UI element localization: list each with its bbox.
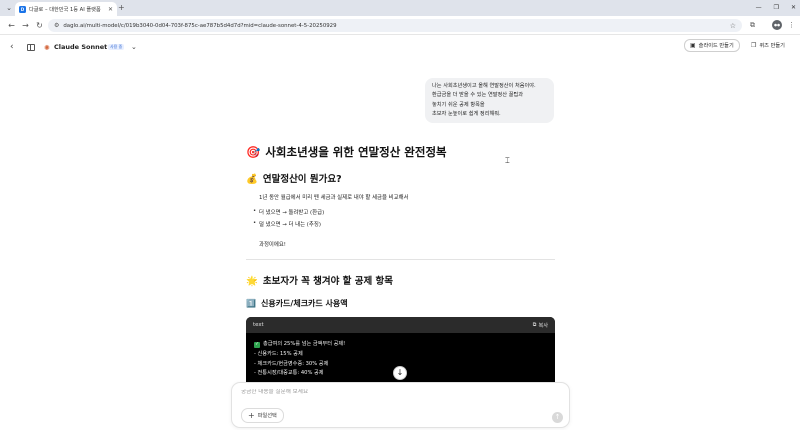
chat-input[interactable] bbox=[241, 389, 541, 395]
tab-title: 다글로 – 대한민국 1등 AI 플랫폼 bbox=[29, 6, 101, 13]
browser-menu-icon[interactable]: ⋮ bbox=[788, 20, 795, 31]
section2-heading-text: 초보자가 꼭 챙겨야 할 공제 항목 bbox=[262, 276, 394, 287]
user-message-bubble: 나는 사회초년생이고 올해 연말정산이 처음이야. 환급금을 더 받을 수 있는… bbox=[425, 78, 554, 123]
tab-search-icon[interactable]: ⌄ bbox=[4, 3, 14, 13]
target-icon: 🎯 bbox=[246, 145, 261, 159]
claude-logo-icon: ✺ bbox=[44, 44, 50, 52]
window-close-icon[interactable]: ✕ bbox=[791, 2, 796, 13]
section1-bullet: 덜 냈으면 → 더 내는 (추징) bbox=[253, 220, 321, 228]
favicon-icon: D bbox=[19, 5, 26, 13]
money-bag-icon: 💰 bbox=[246, 174, 258, 185]
section1-outro: 과정이에요! bbox=[259, 242, 286, 248]
section-divider bbox=[246, 259, 555, 260]
code-line: ✓ 총급여의 25%를 넘는 금액부터 공제! bbox=[254, 340, 547, 350]
code-block-header: text ⧉ 복사 bbox=[246, 317, 555, 333]
scroll-down-icon[interactable]: ↓ bbox=[393, 366, 407, 380]
code-line-text: 총급여의 25%를 넘는 금액부터 공제! bbox=[263, 341, 346, 347]
attach-file-label: 파일선택 bbox=[257, 413, 277, 419]
quiz-icon: ❐ bbox=[751, 42, 757, 49]
section1-bullet: 더 냈으면 → 돌려받고 (환급) bbox=[253, 208, 324, 216]
profile-avatar[interactable]: ●● bbox=[772, 20, 782, 30]
restore-icon[interactable]: ❐ bbox=[774, 2, 779, 13]
copy-button[interactable]: ⧉ 복사 bbox=[533, 322, 548, 329]
mouse-cursor-icon: ⌶ bbox=[505, 156, 510, 165]
forward-arrow-icon[interactable]: → bbox=[20, 20, 31, 31]
extensions-icon[interactable]: ⧉ bbox=[750, 20, 755, 31]
send-arrow-icon[interactable]: ↑ bbox=[552, 412, 563, 423]
slides-icon: ▣ bbox=[690, 42, 696, 49]
star-icon: 🌟 bbox=[246, 276, 258, 287]
app-header: ‹ ✺ Claude Sonnet 4.5 사용 중 ⌄ ▣ 슬라이드 만들기 … bbox=[0, 37, 800, 59]
number-one-icon: 1️⃣ bbox=[246, 299, 256, 308]
back-arrow-icon[interactable]: ← bbox=[6, 20, 17, 31]
model-status-badge: 사용 중 bbox=[108, 44, 125, 50]
window-controls: — ❐ ✕ bbox=[756, 2, 796, 13]
tab-close-icon[interactable]: ✕ bbox=[108, 6, 113, 13]
reload-icon[interactable]: ↻ bbox=[34, 20, 45, 31]
site-info-icon[interactable]: ⚙ bbox=[54, 22, 59, 29]
section1-intro: 1년 동안 월급에서 미리 뗀 세금과 실제로 내야 할 세금을 비교해서 bbox=[259, 195, 409, 201]
copy-icon: ⧉ bbox=[532, 321, 537, 328]
user-message-line: 나는 사회초년생이고 올해 연말정산이 처음이야. bbox=[432, 83, 536, 89]
user-message-line: 놓치기 쉬운 공제 항목을 bbox=[432, 101, 485, 108]
create-quiz-label: 퀴즈 만들기 bbox=[759, 43, 785, 49]
section2-subheading: 1️⃣ 신용카드/체크카드 사용액 bbox=[246, 298, 348, 309]
bookmark-star-icon[interactable]: ☆ bbox=[730, 22, 736, 30]
answer-title: 🎯 사회초년생을 위한 연말정산 완전정복 bbox=[246, 144, 447, 160]
check-mark-icon: ✓ bbox=[254, 342, 260, 348]
attach-file-button[interactable]: + 파일선택 bbox=[241, 408, 284, 423]
copy-label: 복사 bbox=[538, 322, 548, 329]
section1-heading-text: 연말정산이 뭔가요? bbox=[262, 174, 342, 185]
browser-tab-active[interactable]: D 다글로 – 대한민국 1등 AI 플랫폼 ✕ bbox=[15, 2, 117, 16]
back-icon[interactable]: ‹ bbox=[10, 42, 14, 53]
address-bar[interactable]: ⚙ daglo.ai/multi-model/c/019b3040-0d04-7… bbox=[48, 19, 742, 32]
new-tab-icon[interactable]: + bbox=[118, 3, 125, 13]
browser-tab-strip: ⌄ D 다글로 – 대한민국 1등 AI 플랫폼 ✕ + — ❐ ✕ bbox=[0, 0, 800, 16]
plus-icon: + bbox=[248, 410, 255, 420]
browser-toolbar: ← → ↻ ⚙ daglo.ai/multi-model/c/019b3040-… bbox=[0, 16, 800, 35]
create-quiz-button[interactable]: ❐ 퀴즈 만들기 bbox=[748, 39, 788, 52]
sidebar-toggle-icon[interactable] bbox=[27, 44, 35, 51]
user-message-line: 초보자 눈높이로 쉽게 정리해줘. bbox=[432, 110, 501, 117]
create-slides-label: 슬라이드 만들기 bbox=[698, 43, 734, 49]
user-message-line: 환급금을 더 받을 수 있는 연말정산 꿀팁과 bbox=[432, 92, 524, 99]
code-line: - 신용카드: 15% 공제 bbox=[254, 350, 303, 357]
url-text[interactable]: daglo.ai/multi-model/c/019b3040-0d04-703… bbox=[63, 23, 725, 29]
message-composer: + 파일선택 ↑ bbox=[231, 382, 570, 428]
create-slides-button[interactable]: ▣ 슬라이드 만들기 bbox=[684, 39, 740, 52]
code-language-label: text bbox=[253, 322, 264, 328]
chevron-down-icon[interactable]: ⌄ bbox=[131, 42, 137, 52]
section2-subheading-text: 신용카드/체크카드 사용액 bbox=[260, 299, 348, 308]
minimize-icon[interactable]: — bbox=[756, 2, 762, 13]
section2-heading: 🌟 초보자가 꼭 챙겨야 할 공제 항목 bbox=[246, 273, 393, 287]
answer-title-text: 사회초년생을 위한 연말정산 완전정복 bbox=[265, 145, 447, 159]
section1-heading: 💰 연말정산이 뭔가요? bbox=[246, 171, 342, 185]
